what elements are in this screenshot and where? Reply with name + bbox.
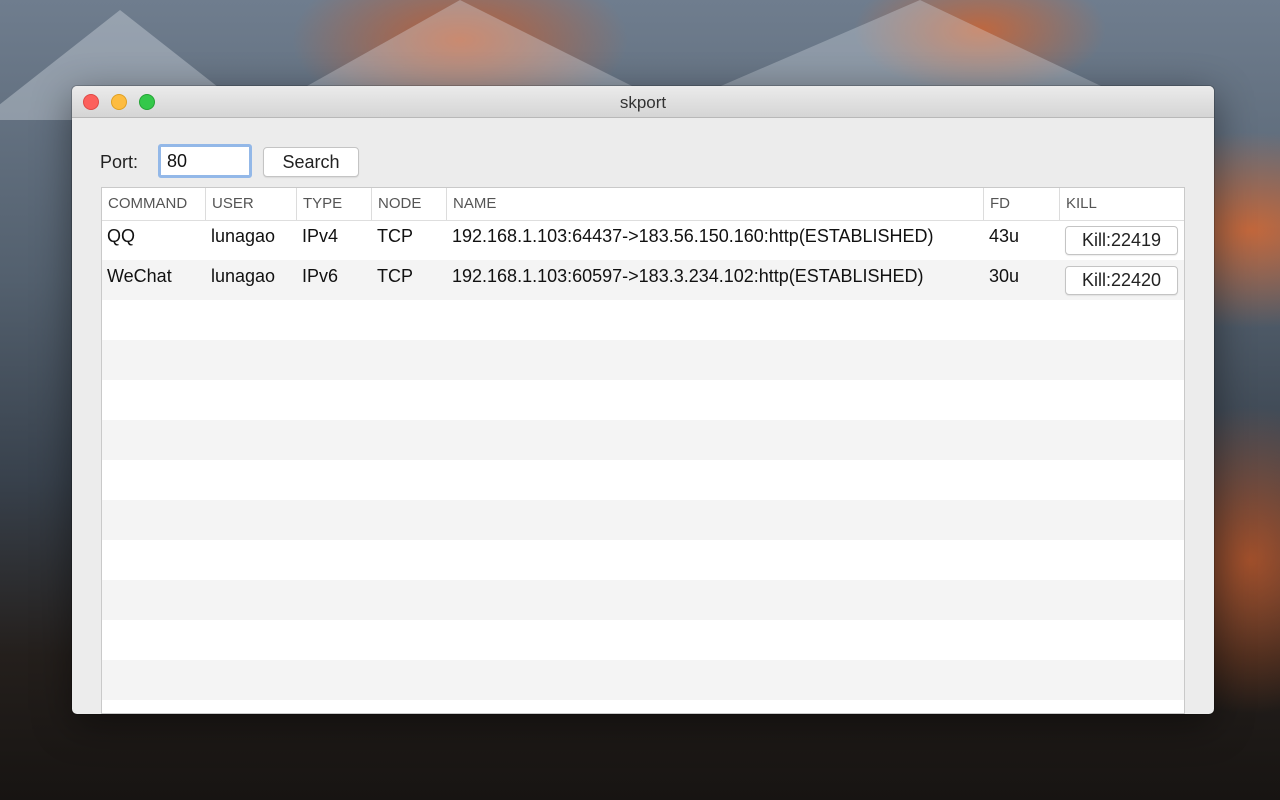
- port-input[interactable]: [158, 144, 252, 178]
- port-label: Port:: [100, 152, 139, 172]
- node-cell: TCP: [377, 266, 413, 286]
- window-title: skport: [619, 93, 667, 112]
- column-header-fd[interactable]: FD: [984, 188, 1060, 220]
- name-cell: 192.168.1.103:60597->183.3.234.102:http(…: [452, 266, 924, 286]
- app-window: skport Port: Search COMMAND USER TYPE NO…: [72, 86, 1214, 714]
- empty-row: [102, 460, 1184, 500]
- empty-row: [102, 420, 1184, 460]
- column-header-name[interactable]: NAME: [447, 188, 984, 220]
- column-header-kill[interactable]: KILL: [1060, 188, 1184, 220]
- column-header-user[interactable]: USER: [206, 188, 297, 220]
- column-header-command[interactable]: COMMAND: [102, 188, 206, 220]
- table-row[interactable]: WeChat lunagao IPv6 TCP 192.168.1.103:60…: [102, 260, 1184, 300]
- type-cell: IPv6: [302, 266, 339, 286]
- column-header-type[interactable]: TYPE: [297, 188, 372, 220]
- empty-row: [102, 340, 1184, 380]
- process-table: COMMAND USER TYPE NODE NAME FD KILL QQ l…: [101, 187, 1185, 714]
- user-cell: lunagao: [211, 266, 276, 286]
- empty-row: [102, 500, 1184, 540]
- empty-row: [102, 580, 1184, 620]
- title-bar[interactable]: skport: [72, 86, 1214, 118]
- table-row[interactable]: QQ lunagao IPv4 TCP 192.168.1.103:64437-…: [102, 220, 1184, 260]
- fd-cell: 43u: [989, 226, 1020, 246]
- node-cell: TCP: [377, 226, 413, 246]
- type-cell: IPv4: [302, 226, 339, 246]
- command-cell: WeChat: [107, 266, 172, 286]
- search-button[interactable]: Search: [263, 147, 359, 177]
- empty-row: [102, 540, 1184, 580]
- empty-row: [102, 300, 1184, 340]
- empty-row: [102, 660, 1184, 700]
- kill-button[interactable]: Kill:22419: [1065, 226, 1178, 255]
- fd-cell: 30u: [989, 266, 1020, 286]
- mountain-peak: [300, 0, 640, 90]
- empty-row: [102, 620, 1184, 660]
- kill-button[interactable]: Kill:22420: [1065, 266, 1178, 295]
- empty-row: [102, 380, 1184, 420]
- name-cell: 192.168.1.103:64437->183.56.150.160:http…: [452, 226, 934, 246]
- column-header-node[interactable]: NODE: [372, 188, 447, 220]
- user-cell: lunagao: [211, 226, 276, 246]
- table-header: COMMAND USER TYPE NODE NAME FD KILL: [102, 188, 1184, 221]
- command-cell: QQ: [107, 226, 136, 246]
- mountain-peak: [700, 0, 1120, 95]
